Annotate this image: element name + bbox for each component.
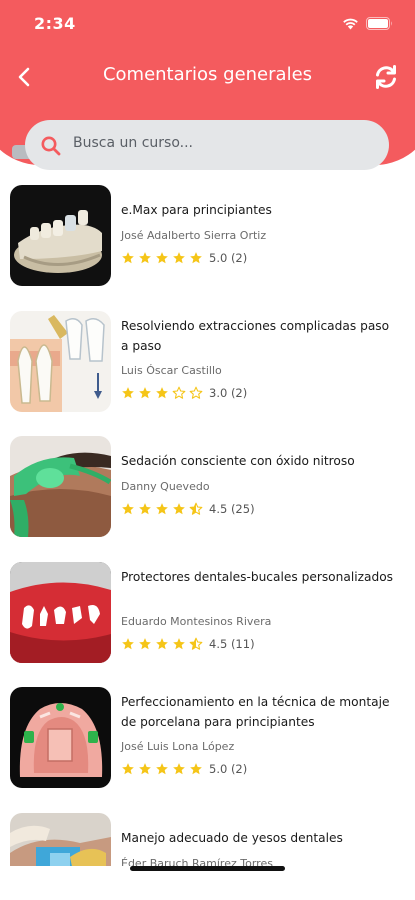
star-icon	[156, 637, 168, 649]
course-item[interactable]: Sedación consciente con óxido nitroso Da…	[0, 431, 415, 557]
dental-plaster-image	[10, 812, 111, 866]
course-author: Eduardo Montesinos Rivera	[121, 614, 272, 628]
star-rating	[121, 637, 203, 651]
star-rating	[121, 386, 203, 400]
course-rating: 4.5 (11)	[121, 637, 255, 651]
rating-value: 4.5 (11)	[209, 636, 255, 651]
course-item[interactable]: Protectores dentales-bucales personaliza…	[0, 557, 415, 683]
course-title: Sedación consciente con óxido nitroso	[121, 454, 355, 468]
star-icon	[156, 503, 168, 515]
course-author: José Luis Lona López	[121, 740, 235, 753]
rating-value: 5.0 (2)	[209, 762, 248, 776]
course-item[interactable]: Resolviendo extracciones complicadas pas…	[0, 306, 415, 432]
refresh-icon	[376, 65, 396, 89]
course-rating: 4.5 (25)	[121, 502, 255, 516]
star-icon	[139, 637, 151, 649]
star-icon	[122, 503, 134, 515]
star-icon	[173, 503, 185, 515]
course-rating: 5.0 (2)	[121, 762, 247, 776]
wifi-icon	[342, 15, 359, 34]
star-rating	[121, 762, 203, 776]
star-half-icon	[189, 637, 203, 650]
tooth-extraction-diagram-image	[10, 310, 111, 412]
star-icon	[139, 386, 151, 398]
course-title: Manejo adecuado de yesos dentales	[121, 830, 343, 845]
star-icon	[156, 386, 168, 398]
star-icon	[122, 252, 134, 264]
nasal-mask-image	[10, 436, 111, 537]
refresh-button[interactable]	[370, 60, 402, 94]
status-time: 2:34	[34, 14, 76, 33]
star-outline-icon	[172, 386, 186, 399]
home-indicator	[130, 866, 285, 871]
course-list[interactable]: e.Max para principiantes José Adalberto …	[0, 180, 415, 866]
star-icon	[139, 252, 151, 264]
star-outline-icon	[189, 386, 203, 399]
course-item[interactable]: e.Max para principiantes José Adalberto …	[0, 180, 415, 306]
star-icon	[173, 252, 185, 264]
course-item[interactable]: Manejo adecuado de yesos dentales Éder B…	[0, 808, 415, 867]
star-icon	[139, 763, 151, 775]
star-icon	[173, 637, 185, 649]
status-bar: 2:34	[0, 0, 415, 46]
screen: 2:34 Comentarios generales Busca un curs…	[0, 0, 415, 900]
star-icon	[190, 252, 202, 264]
course-author: Danny Quevedo	[121, 480, 210, 493]
star-icon	[173, 763, 185, 775]
dental-model-image	[10, 185, 111, 286]
star-rating	[121, 502, 203, 516]
search-input[interactable]: Busca un curso...	[25, 120, 389, 170]
course-title: Perfeccionamiento en la técnica de monta…	[121, 695, 390, 729]
porcelain-model-image	[10, 687, 111, 788]
course-rating: 5.0 (2)	[121, 251, 247, 265]
course-title: Resolviendo extracciones complicadas pas…	[121, 318, 390, 353]
course-author: Luis Óscar Castillo	[121, 363, 222, 377]
course-title: Protectores dentales-bucales personaliza…	[121, 569, 394, 584]
mouthguard-image	[10, 561, 111, 663]
course-author: José Adalberto Sierra Ortiz	[121, 229, 267, 242]
star-icon	[122, 763, 134, 775]
star-half-icon	[189, 502, 203, 515]
page-title: Comentarios generales	[102, 64, 313, 85]
search-placeholder: Busca un curso...	[73, 135, 193, 151]
chevron-left-icon	[18, 67, 30, 87]
rating-value: 3.0 (2)	[209, 385, 248, 400]
course-item[interactable]: Perfeccionamiento en la técnica de monta…	[0, 682, 415, 808]
back-button[interactable]	[10, 62, 38, 92]
battery-icon	[366, 15, 393, 34]
star-rating	[121, 251, 203, 265]
star-icon	[122, 386, 134, 398]
course-rating: 3.0 (2)	[121, 386, 247, 400]
star-icon	[190, 763, 202, 775]
course-author: Éder Baruch Ramírez Torres	[121, 856, 273, 867]
search-icon	[41, 136, 61, 156]
star-icon	[139, 503, 151, 515]
course-title: e.Max para principiantes	[121, 203, 272, 217]
star-icon	[156, 763, 168, 775]
rating-value: 4.5 (25)	[209, 502, 255, 516]
star-icon	[156, 252, 168, 264]
rating-value: 5.0 (2)	[209, 251, 248, 265]
star-icon	[122, 637, 134, 649]
status-icons	[342, 15, 393, 34]
